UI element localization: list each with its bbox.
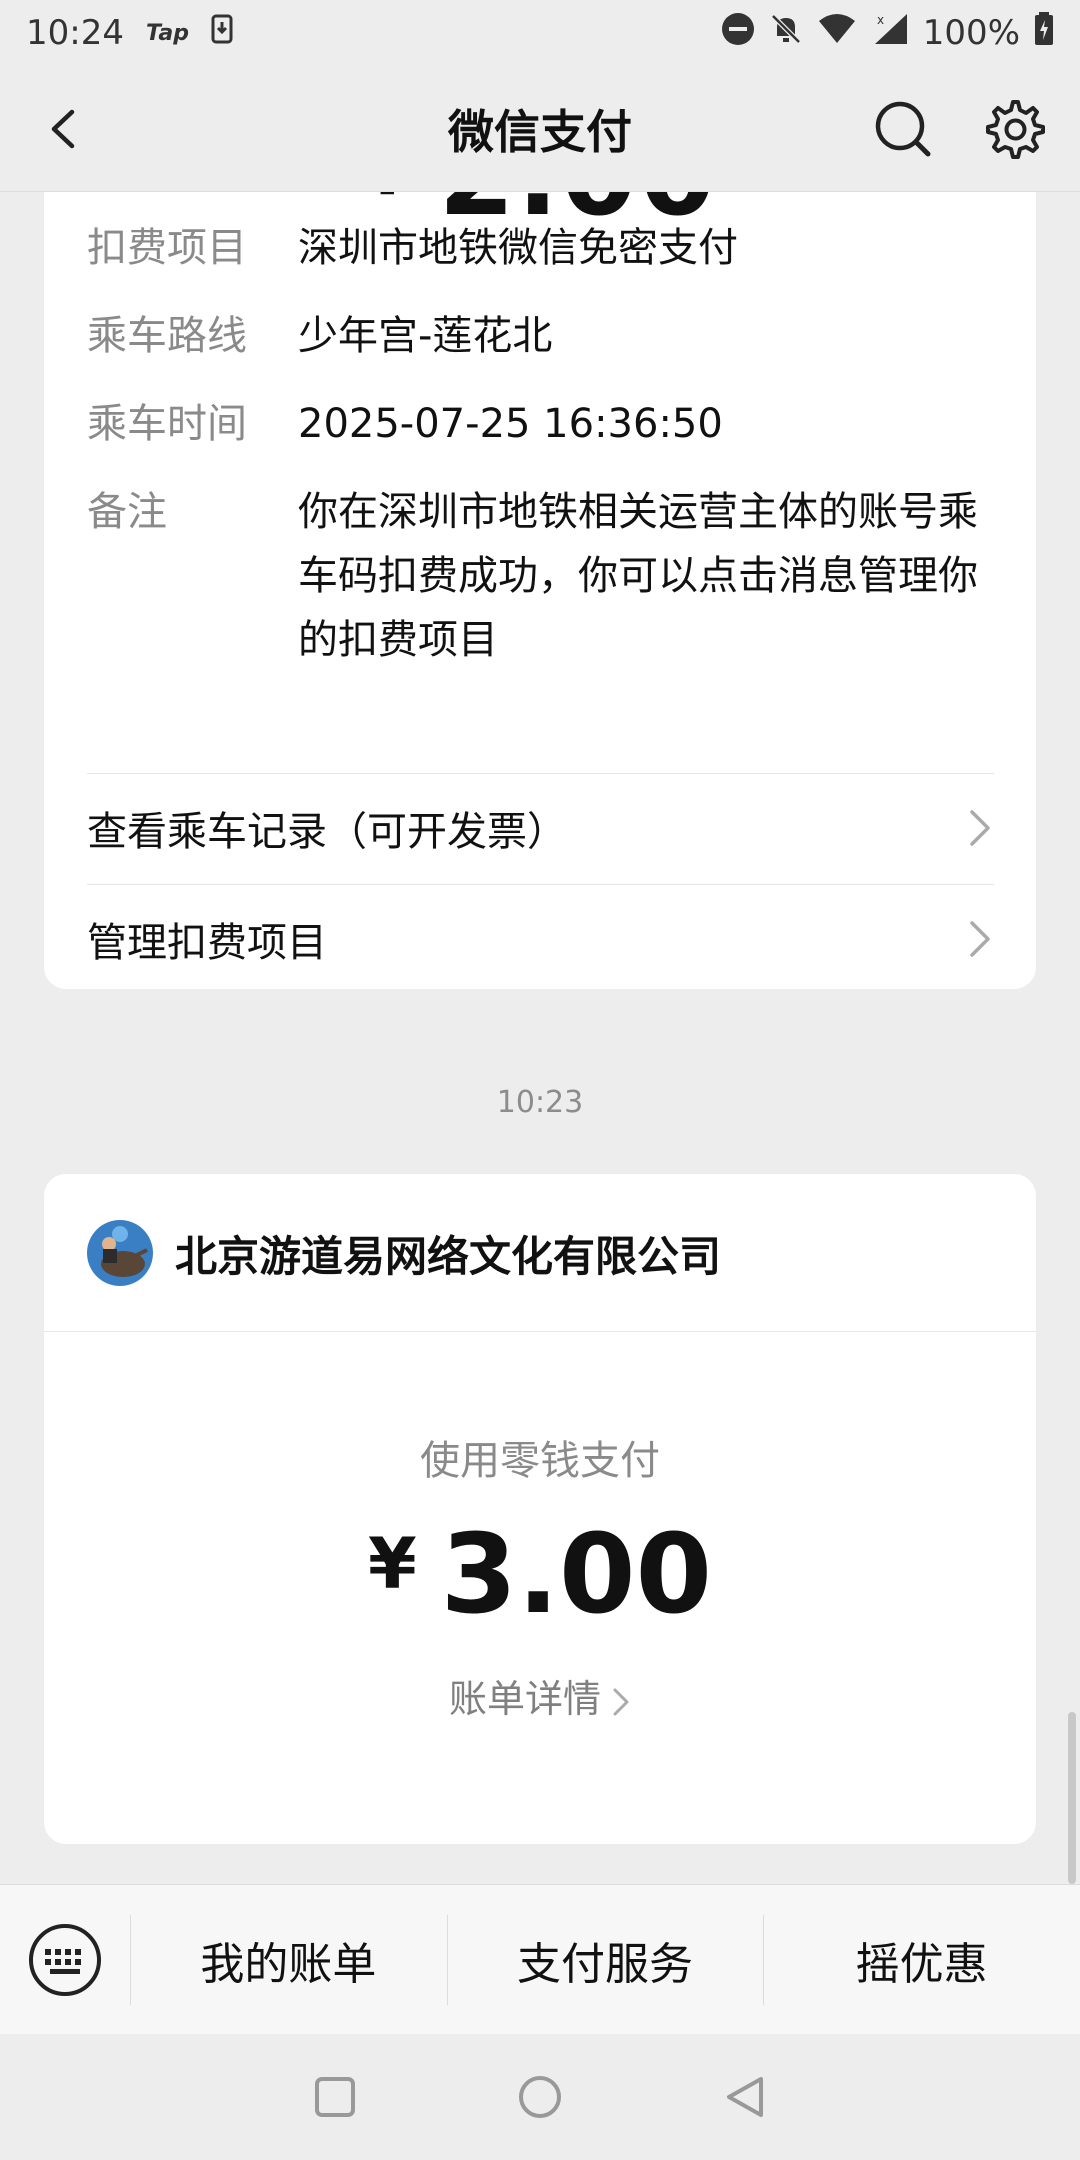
keyboard-toggle-button[interactable]: [0, 1885, 130, 2035]
deduction-card: ¥2.00 扣费项目 深圳市地铁微信免密支付 乘车路线 少年宫-莲花北 乘车时间…: [44, 192, 1036, 989]
merchant-header[interactable]: 北京游道易网络文化有限公司: [87, 1220, 721, 1286]
bill-detail-label: 账单详情: [448, 1677, 601, 1721]
back-button[interactable]: [34, 94, 104, 164]
gear-icon: [986, 100, 1045, 159]
chevron-right-icon: [970, 921, 990, 957]
payment-card[interactable]: 北京游道易网络文化有限公司 使用零钱支付 ¥3.00 账单详情: [44, 1174, 1036, 1844]
detail-row: 备注 你在深圳市地铁相关运营主体的账号乘车码扣费成功，你可以点击消息管理你的扣费…: [87, 480, 988, 672]
home-icon[interactable]: [517, 2074, 563, 2120]
menu-payment-services[interactable]: 支付服务: [446, 1885, 764, 2035]
system-nav-bar: [0, 2034, 1080, 2160]
battery-icon: [1034, 11, 1054, 55]
top-header: 微信支付: [0, 66, 1080, 192]
dnd-icon: [721, 12, 755, 55]
chevron-right-icon: [970, 810, 990, 846]
battery-percent: 100%: [922, 13, 1020, 53]
page-title: 微信支付: [448, 104, 632, 159]
detail-value: 你在深圳市地铁相关运营主体的账号乘车码扣费成功，你可以点击消息管理你的扣费项目: [298, 489, 978, 663]
back-arrow-icon: [51, 109, 75, 149]
chevron-right-icon: [613, 1688, 629, 1715]
manage-deduction-link[interactable]: 管理扣费项目: [87, 885, 994, 993]
scrollbar[interactable]: [1068, 1712, 1076, 1884]
payment-amount-value: 3.00: [440, 1510, 713, 1638]
pay-method: 使用零钱支付: [420, 1438, 660, 1484]
detail-row: 乘车路线 少年宫-莲花北: [87, 304, 988, 368]
bill-detail-link[interactable]: 账单详情: [44, 1668, 1036, 1723]
divider: [44, 1331, 1036, 1332]
link-label: 查看乘车记录（可开发票）: [87, 809, 567, 855]
detail-value: 少年宫-莲花北: [298, 313, 553, 359]
bottom-menu: 我的账单 支付服务 摇优惠: [0, 1884, 1080, 2034]
detail-row: 乘车时间 2025-07-25 16:36:50: [87, 392, 988, 456]
settings-button[interactable]: [976, 92, 1050, 166]
status-time: 10:24: [26, 13, 124, 53]
signal-icon: x: [871, 12, 909, 55]
yen-symbol: ¥: [367, 1523, 417, 1605]
screen: 10:24 Tap x 100% 微信支付 扣费项目 深圳市地铁微信免密支付 乘…: [0, 0, 1080, 2160]
link-label: 管理扣费项目: [87, 920, 327, 966]
detail-value: 深圳市地铁微信免密支付: [298, 225, 738, 271]
detail-key: 扣费项目: [87, 225, 247, 271]
status-right: x 100%: [721, 11, 1054, 55]
detail-key: 乘车路线: [87, 313, 247, 359]
svg-text:x: x: [877, 13, 884, 27]
search-icon: [875, 101, 931, 157]
mute-bell-icon: [769, 12, 803, 55]
recents-icon[interactable]: [313, 2075, 357, 2119]
view-ride-records-link[interactable]: 查看乘车记录（可开发票）: [87, 774, 994, 882]
payment-amount: ¥3.00: [44, 1510, 1036, 1638]
detail-key: 乘车时间: [87, 401, 247, 447]
keyboard-icon: [29, 1923, 101, 1996]
status-bar: 10:24 Tap x 100%: [0, 0, 1080, 66]
message-timestamp: 10:23: [496, 1085, 584, 1120]
menu-shake-deals[interactable]: 摇优惠: [763, 1885, 1080, 2035]
search-button[interactable]: [866, 92, 940, 166]
wifi-icon: [817, 13, 857, 54]
detail-key: 备注: [87, 489, 167, 535]
detail-row: 扣费项目 深圳市地铁微信免密支付: [87, 216, 988, 280]
detail-value: 2025-07-25 16:36:50: [298, 401, 723, 447]
merchant-avatar: [87, 1220, 153, 1286]
tap-app-icon: Tap: [145, 20, 189, 46]
message-list[interactable]: ¥2.00 扣费项目 深圳市地铁微信免密支付 乘车路线 少年宫-莲花北 乘车时间…: [0, 192, 1080, 1884]
back-nav-icon[interactable]: [723, 2075, 767, 2119]
yen-symbol: ¥: [362, 192, 414, 211]
menu-my-bills[interactable]: 我的账单: [130, 1885, 447, 2035]
merchant-name: 北京游道易网络文化有限公司: [175, 1231, 722, 1281]
download-icon: [211, 13, 233, 53]
